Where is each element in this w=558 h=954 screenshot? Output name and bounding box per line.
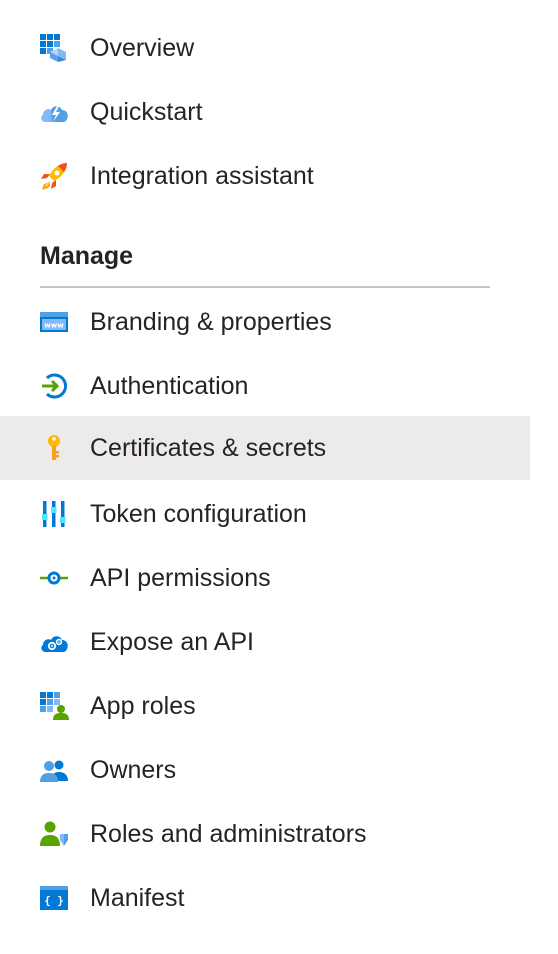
branding-icon: www (38, 306, 70, 338)
key-icon (38, 432, 70, 464)
sidebar-item-manifest[interactable]: { } Manifest (0, 866, 530, 930)
roles-admin-icon (38, 818, 70, 850)
sidebar-item-label: Authentication (90, 372, 249, 400)
sidebar-item-api-permissions[interactable]: API permissions (0, 546, 530, 610)
sidebar-item-label: Roles and administrators (90, 820, 367, 848)
app-roles-icon (38, 690, 70, 722)
sidebar-item-roles-administrators[interactable]: Roles and administrators (0, 802, 530, 866)
sidebar-item-label: API permissions (90, 564, 271, 592)
sidebar-nav: Overview Quickstart Integration assistan… (0, 0, 558, 954)
sidebar-item-quickstart[interactable]: Quickstart (0, 80, 530, 144)
cloud-gear-icon (38, 626, 70, 658)
sidebar-item-label: Manifest (90, 884, 185, 912)
sidebar-item-label: App roles (90, 692, 196, 720)
section-header-manage: Manage (40, 242, 134, 270)
sidebar-item-label: Quickstart (90, 98, 203, 126)
authentication-icon (38, 370, 70, 402)
manifest-icon: { } (38, 882, 70, 914)
sidebar-item-label: Expose an API (90, 628, 255, 656)
sidebar-item-label: Owners (90, 756, 177, 784)
owners-icon (38, 754, 70, 786)
quickstart-icon (38, 96, 70, 128)
svg-text:www: www (44, 322, 64, 330)
token-configuration-icon (38, 498, 70, 530)
rocket-icon (38, 160, 70, 192)
sidebar-item-authentication[interactable]: Authentication (0, 354, 530, 418)
sidebar-item-label: Certificates & secrets (90, 434, 327, 462)
sidebar-item-label: Overview (90, 34, 195, 62)
overview-icon (38, 32, 70, 64)
sidebar-item-label: Integration assistant (90, 162, 314, 190)
sidebar-item-branding-properties[interactable]: www Branding & properties (0, 290, 530, 354)
sidebar-item-overview[interactable]: Overview (0, 16, 530, 80)
sidebar-item-integration-assistant[interactable]: Integration assistant (0, 144, 530, 208)
sidebar-item-label: Token configuration (90, 500, 307, 528)
sidebar-item-certificates-secrets[interactable]: Certificates & secrets (0, 416, 530, 480)
sidebar-item-app-roles[interactable]: App roles (0, 674, 530, 738)
svg-text:{ }: { } (44, 894, 64, 907)
section-divider (40, 286, 490, 288)
sidebar-item-owners[interactable]: Owners (0, 738, 530, 802)
api-permissions-icon (38, 562, 70, 594)
sidebar-item-expose-api[interactable]: Expose an API (0, 610, 530, 674)
sidebar-item-token-configuration[interactable]: Token configuration (0, 482, 530, 546)
sidebar-item-label: Branding & properties (90, 308, 332, 336)
